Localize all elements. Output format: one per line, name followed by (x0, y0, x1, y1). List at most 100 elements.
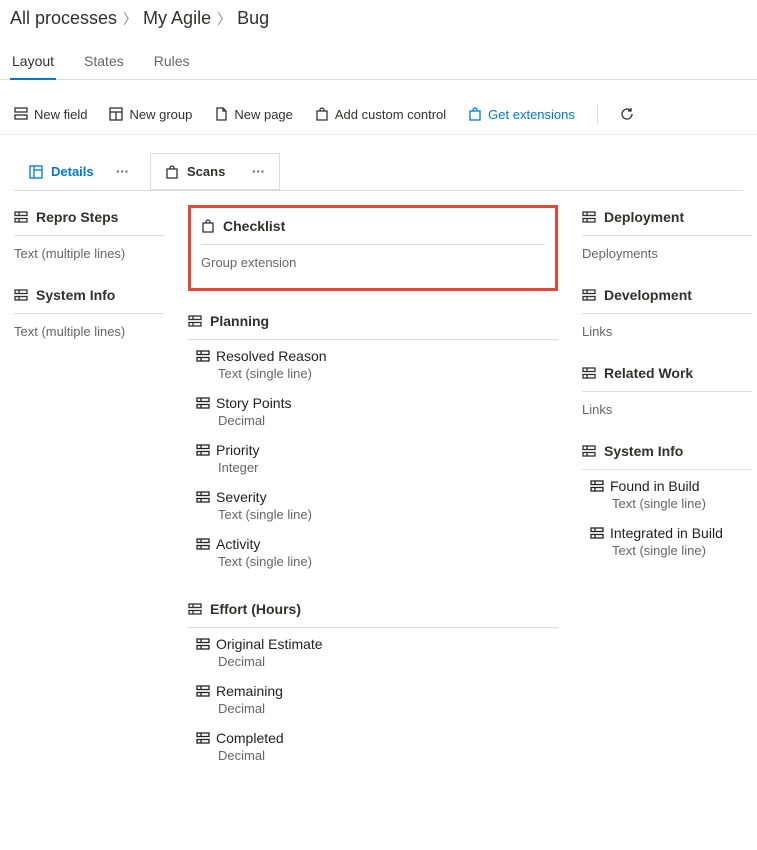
group-effort-title: Effort (Hours) (210, 601, 301, 617)
field-found-in-build[interactable]: Found in Build Text (single line) (582, 470, 752, 517)
stack-icon (196, 537, 210, 551)
field-remaining[interactable]: Remaining Decimal (188, 675, 558, 722)
page-tabs: Details ··· Scans ··· (0, 135, 757, 190)
field-integrated-in-build[interactable]: Integrated in Build Text (single line) (582, 517, 752, 564)
field-icon (14, 107, 28, 121)
group-checklist-title: Checklist (223, 218, 285, 234)
group-deployment[interactable]: Deployment Deployments (582, 205, 752, 261)
new-group-button[interactable]: New group (109, 107, 192, 122)
group-effort-head[interactable]: Effort (Hours) (188, 597, 558, 628)
group-sysinfo-right-title: System Info (604, 443, 683, 459)
column-right: Deployment Deployments Development Links… (582, 205, 752, 791)
get-extensions-button[interactable]: Get extensions (468, 107, 575, 122)
bag-icon (468, 107, 482, 121)
group-development-title: Development (604, 287, 692, 303)
group-planning-title: Planning (210, 313, 269, 329)
new-page-label: New page (234, 107, 293, 122)
chevron-right-icon: 〉 (217, 9, 231, 29)
group-system-info-left[interactable]: System Info Text (multiple lines) (14, 283, 164, 339)
field-type: Decimal (196, 413, 558, 428)
field-activity[interactable]: Activity Text (single line) (188, 528, 558, 575)
group-planning: Planning Resolved Reason Text (single li… (188, 309, 558, 575)
group-development[interactable]: Development Links (582, 283, 752, 339)
breadcrumb-root[interactable]: All processes (10, 8, 117, 29)
page-tab-details-menu[interactable]: ··· (116, 164, 129, 179)
field-label: Completed (216, 730, 284, 746)
stack-icon (14, 288, 28, 302)
field-story-points[interactable]: Story Points Decimal (188, 387, 558, 434)
stack-icon (582, 444, 596, 458)
field-label: Remaining (216, 683, 283, 699)
stack-icon (582, 366, 596, 380)
new-field-button[interactable]: New field (14, 107, 87, 122)
chevron-right-icon: 〉 (123, 9, 137, 29)
stack-icon (582, 210, 596, 224)
get-extensions-label: Get extensions (488, 107, 575, 122)
new-page-button[interactable]: New page (214, 107, 293, 122)
tab-rules[interactable]: Rules (152, 45, 192, 79)
toolbar-separator (597, 104, 598, 124)
group-icon (109, 107, 123, 121)
field-type: Decimal (196, 701, 558, 716)
column-middle: Checklist Group extension Planning Resol… (188, 205, 558, 791)
field-type: Text (single line) (196, 507, 558, 522)
field-label: Resolved Reason (216, 348, 327, 364)
field-completed[interactable]: Completed Decimal (188, 722, 558, 769)
group-repro-sub: Text (multiple lines) (14, 236, 164, 261)
group-sysinfo-left-title: System Info (36, 287, 115, 303)
group-related-sub: Links (582, 392, 752, 417)
field-label: Found in Build (610, 478, 700, 494)
group-repro-steps[interactable]: Repro Steps Text (multiple lines) (14, 205, 164, 261)
breadcrumb-process[interactable]: My Agile (143, 8, 211, 29)
add-custom-label: Add custom control (335, 107, 446, 122)
page-tab-scans[interactable]: Scans ··· (150, 153, 280, 190)
page-tab-details[interactable]: Details ··· (14, 153, 144, 190)
group-planning-head[interactable]: Planning (188, 309, 558, 340)
stack-icon (590, 526, 604, 540)
tab-layout[interactable]: Layout (10, 45, 56, 79)
group-repro-title: Repro Steps (36, 209, 118, 225)
group-deployment-title: Deployment (604, 209, 684, 225)
stack-icon (196, 396, 210, 410)
field-label: Original Estimate (216, 636, 323, 652)
page-tab-scans-label: Scans (187, 164, 225, 179)
refresh-icon[interactable] (620, 107, 634, 121)
field-type: Text (single line) (590, 496, 752, 511)
field-severity[interactable]: Severity Text (single line) (188, 481, 558, 528)
page-tab-details-label: Details (51, 164, 94, 179)
bag-icon (315, 107, 329, 121)
field-type: Decimal (196, 748, 558, 763)
stack-icon (188, 314, 202, 328)
group-system-info-right: System Info Found in Build Text (single … (582, 439, 752, 564)
field-label: Severity (216, 489, 267, 505)
field-resolved-reason[interactable]: Resolved Reason Text (single line) (188, 340, 558, 387)
stack-icon (196, 637, 210, 651)
stack-icon (196, 443, 210, 457)
bag-icon (201, 219, 215, 233)
group-deployment-sub: Deployments (582, 236, 752, 261)
stack-icon (196, 490, 210, 504)
group-related-title: Related Work (604, 365, 693, 381)
page-tab-scans-menu[interactable]: ··· (252, 164, 265, 179)
field-priority[interactable]: Priority Integer (188, 434, 558, 481)
breadcrumb-workitem[interactable]: Bug (237, 8, 269, 29)
new-group-label: New group (129, 107, 192, 122)
add-custom-control-button[interactable]: Add custom control (315, 107, 446, 122)
group-sysinfo-right-head[interactable]: System Info (582, 439, 752, 470)
field-original-estimate[interactable]: Original Estimate Decimal (188, 628, 558, 675)
group-checklist[interactable]: Checklist (201, 216, 545, 245)
group-effort: Effort (Hours) Original Estimate Decimal… (188, 597, 558, 769)
stack-icon (14, 210, 28, 224)
field-type: Integer (196, 460, 558, 475)
stack-icon (196, 684, 210, 698)
stack-icon (590, 479, 604, 493)
group-related-work[interactable]: Related Work Links (582, 361, 752, 417)
tab-states[interactable]: States (82, 45, 126, 79)
page-icon (214, 107, 228, 121)
layout-icon (29, 165, 43, 179)
group-sysinfo-left-sub: Text (multiple lines) (14, 314, 164, 339)
group-development-sub: Links (582, 314, 752, 339)
field-label: Priority (216, 442, 260, 458)
breadcrumb: All processes 〉 My Agile 〉 Bug (0, 0, 757, 35)
field-type: Text (single line) (196, 366, 558, 381)
